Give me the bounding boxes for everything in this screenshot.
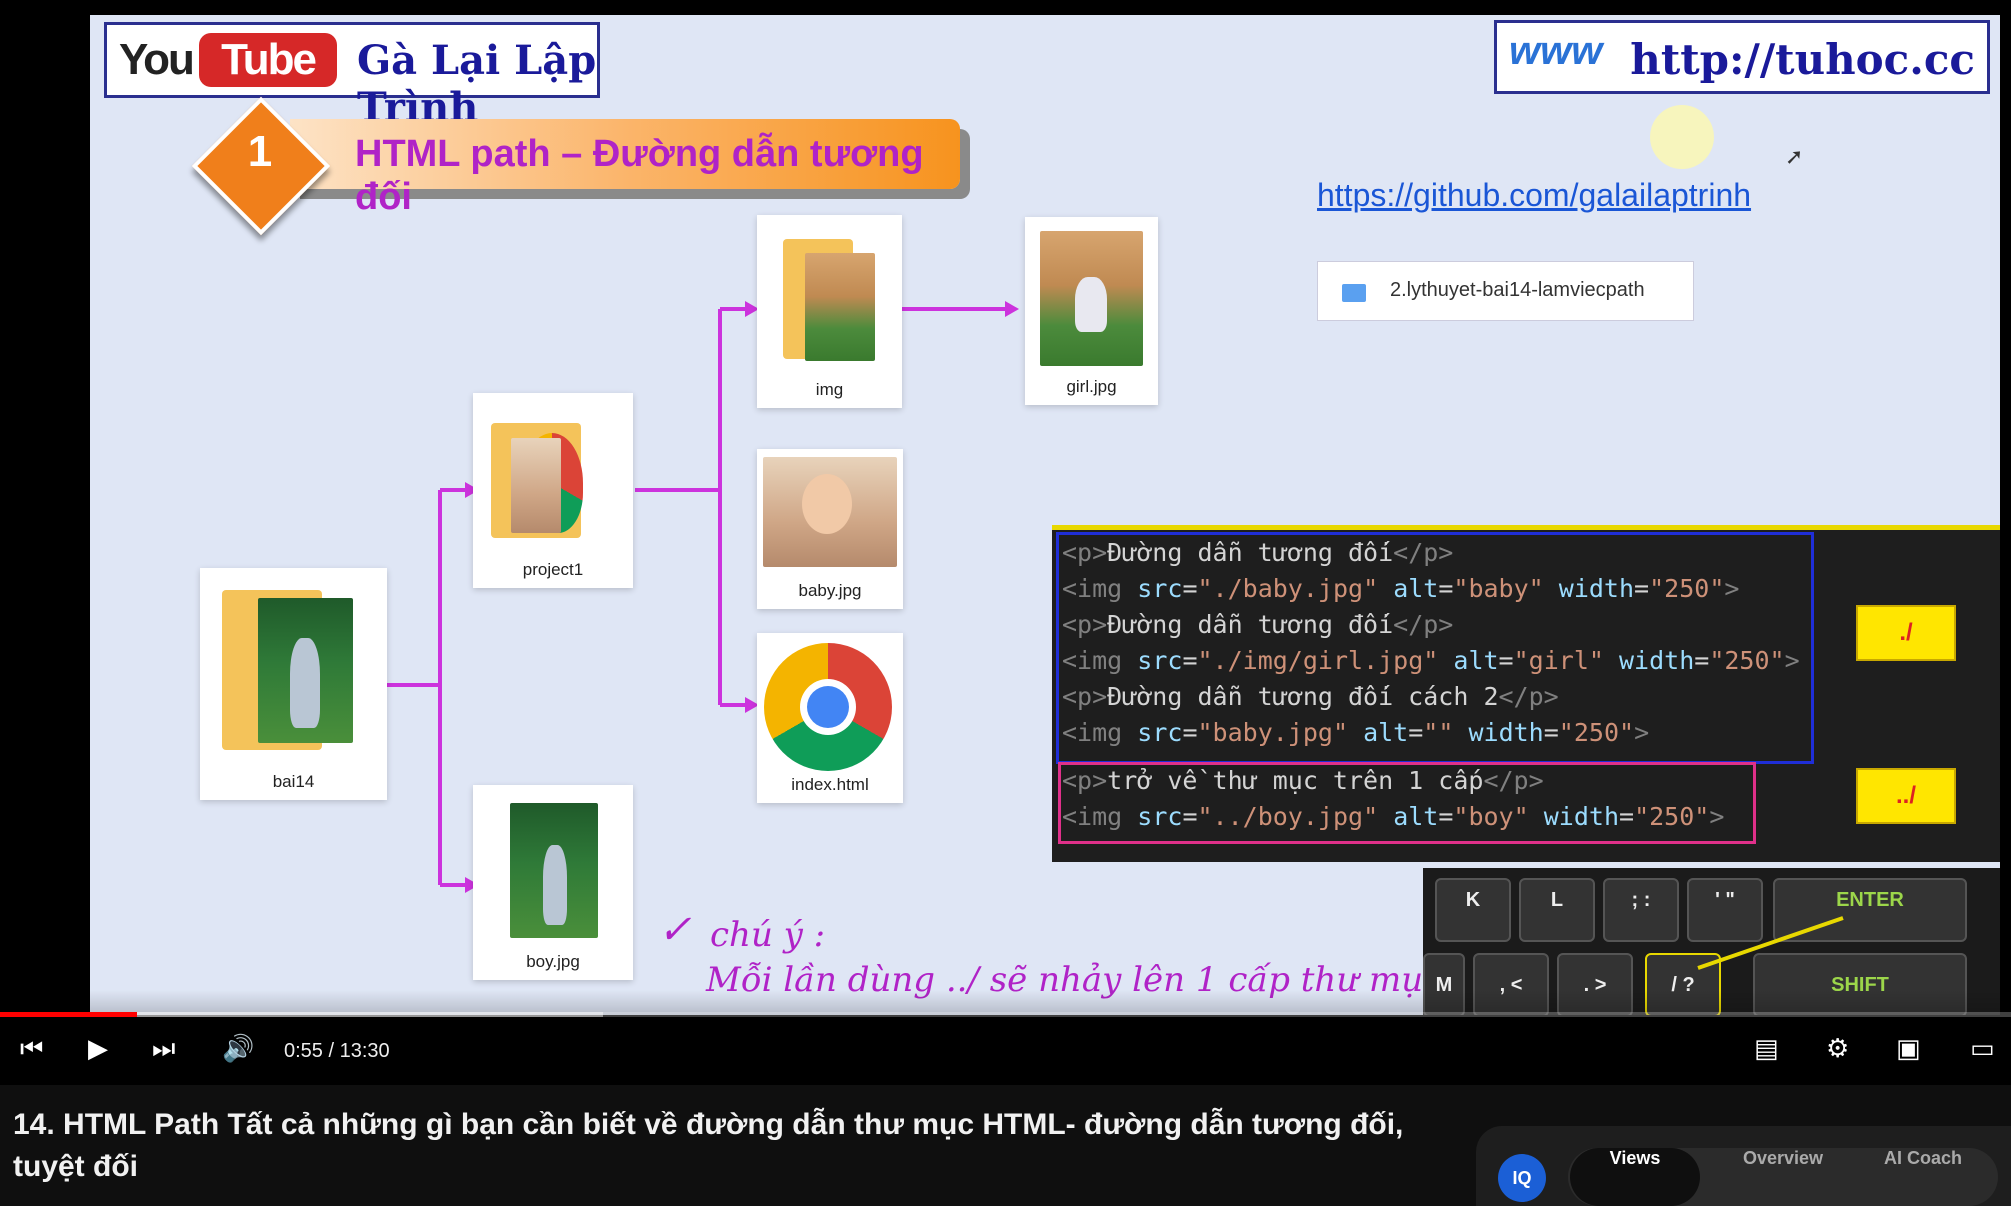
next-icon[interactable]: ⏭	[152, 1036, 175, 1062]
image-label-baby: baby.jpg	[798, 581, 862, 600]
code-line-4: <img src="./img/girl.jpg" alt="girl" wid…	[1062, 646, 1800, 675]
previous-icon[interactable]: ⏮	[20, 1036, 43, 1062]
folder-card-img: img	[757, 215, 902, 408]
image-card-girl: girl.jpg	[1025, 217, 1158, 405]
image-label-boy: boy.jpg	[526, 952, 580, 971]
code-line-6: <img src="baby.jpg" alt="" width="250">	[1062, 718, 1650, 747]
code-line-8: <img src="../boy.jpg" alt="boy" width="2…	[1062, 802, 1725, 831]
volume-icon[interactable]: 🔊	[222, 1036, 254, 1062]
folder-card-project1: project1	[473, 393, 633, 588]
image-card-boy: boy.jpg	[473, 785, 633, 980]
folder-card-bai14: bai14	[200, 568, 387, 800]
play-icon[interactable]: ▶	[88, 1036, 108, 1062]
code-line-3: <p>Đường dẫn tương đối</p>	[1062, 610, 1454, 639]
tree-connectors	[387, 301, 1019, 893]
folder-label-img: img	[815, 380, 844, 399]
video-title: 14. HTML Path Tất cả những gì bạn cần bi…	[13, 1108, 1404, 1183]
folder-label-project1: project1	[522, 560, 584, 579]
tab-views[interactable]: Views	[1570, 1148, 1700, 1206]
tab-ai-coach[interactable]: AI Coach	[1858, 1148, 1988, 1206]
progress-played[interactable]	[0, 1012, 137, 1017]
video-player[interactable]: You Tube Gà Lại Lập Trình www http://tuh…	[0, 0, 2011, 1085]
file-card-index: index.html	[757, 633, 903, 803]
player-controls	[0, 990, 2011, 1085]
miniplayer-icon[interactable]: ▣	[1896, 1036, 1921, 1062]
settings-gear-icon[interactable]: ⚙	[1826, 1036, 1849, 1062]
folder-label-bai14: bai14	[272, 772, 315, 791]
tag-current-dir: ./	[1856, 605, 1956, 661]
tab-overview[interactable]: Overview	[1718, 1148, 1848, 1206]
time-display: 0:55 / 13:30	[284, 1040, 390, 1062]
note-heading: chú ý :	[710, 915, 826, 955]
image-label-girl: girl.jpg	[1066, 377, 1117, 396]
check-icon: ✓	[658, 907, 692, 953]
code-line-5: <p>Đường dẫn tương đối cách 2</p>	[1062, 682, 1559, 711]
analytics-extension-panel: IQ Views Overview AI Coach	[1476, 1126, 2011, 1206]
tag-parent-dir: ../	[1856, 768, 1956, 824]
theater-mode-icon[interactable]: ▭	[1970, 1036, 1995, 1062]
iq-logo-icon[interactable]: IQ	[1498, 1154, 1546, 1202]
slide: You Tube Gà Lại Lập Trình www http://tuh…	[90, 15, 2000, 1015]
code-line-1: <p>Đường dẫn tương đối</p>	[1062, 538, 1454, 567]
subtitles-icon[interactable]: ▤	[1754, 1036, 1779, 1062]
extension-tabs: Views Overview AI Coach	[1568, 1148, 1998, 1206]
code-line-2: <img src="./baby.jpg" alt="baby" width="…	[1062, 574, 1740, 603]
code-line-7: <p>trở về thư mục trên 1 cấp</p>	[1062, 766, 1544, 795]
file-label-index: index.html	[791, 775, 869, 794]
image-card-baby: baby.jpg	[757, 449, 903, 609]
